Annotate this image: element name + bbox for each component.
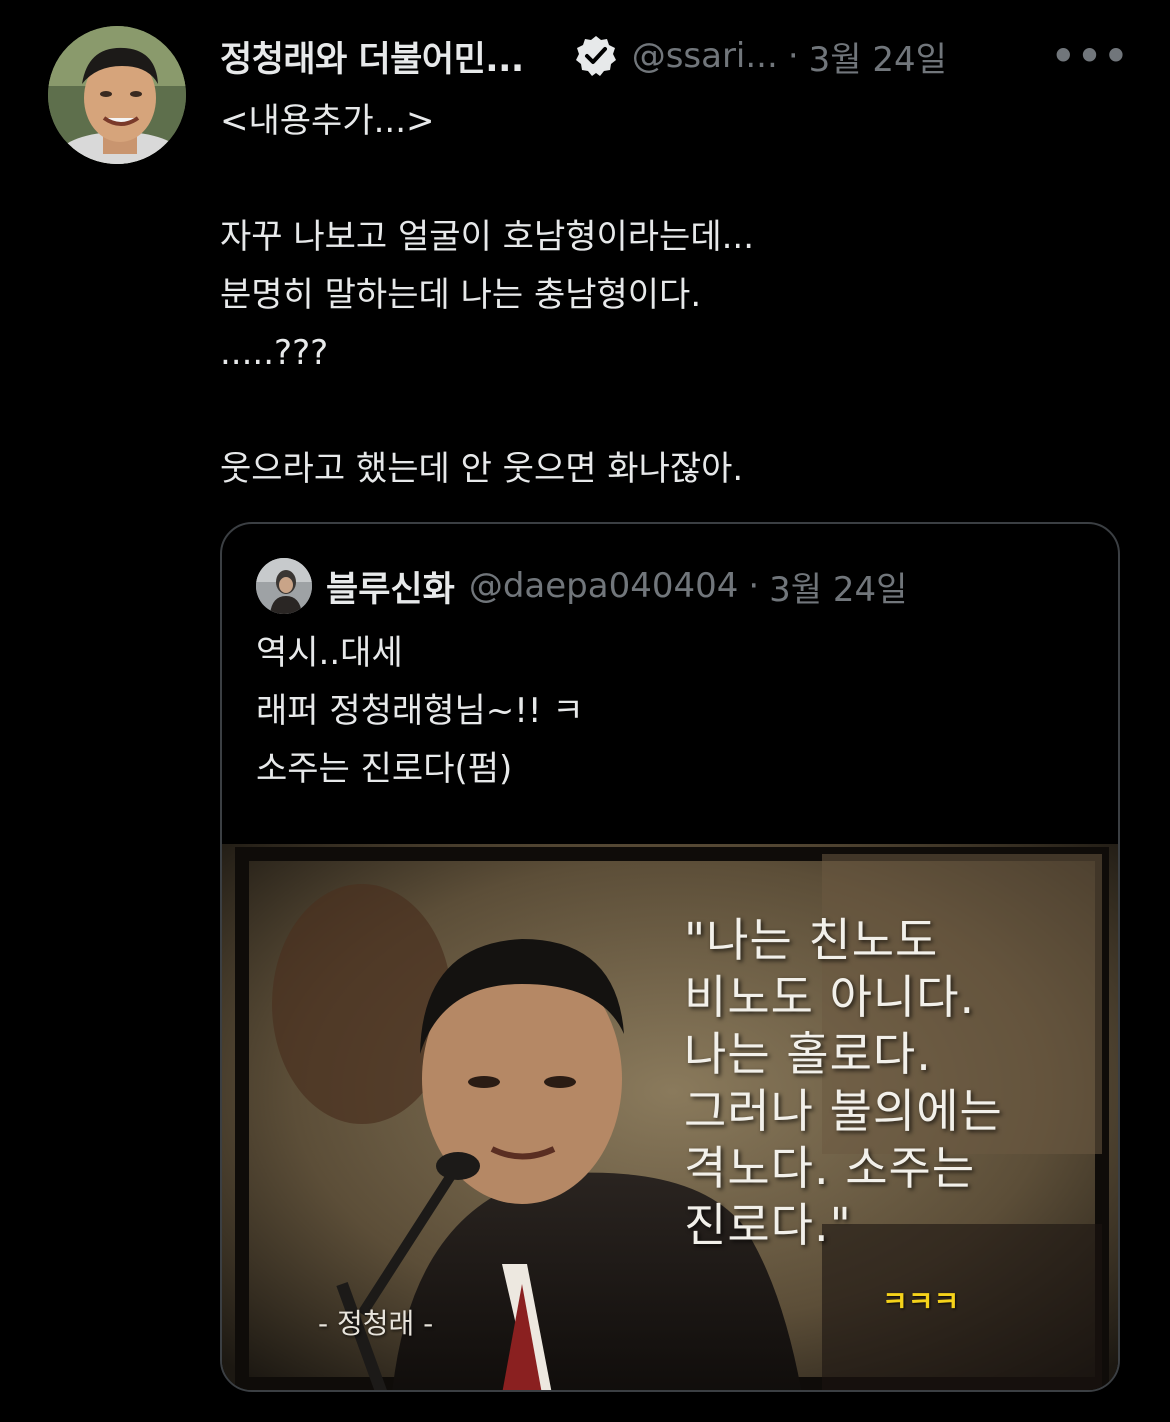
quoted-author-name[interactable]: 블루신화: [326, 561, 455, 612]
overlay-line: "나는 친노도: [684, 913, 939, 967]
quoted-body-line: 역시..대세: [256, 633, 403, 673]
quoted-tweet-header: 블루신화 @daepa040404 · 3월 24일: [256, 558, 907, 614]
quoted-avatar-photo: [256, 558, 312, 614]
image-caption: - 정청래 -: [318, 1307, 434, 1340]
quoted-author-handle[interactable]: @daepa040404: [469, 566, 739, 606]
body-line: .....???: [220, 333, 329, 373]
quoted-tweet-body: 역시..대세 래퍼 정청래형님~!! ㅋ 소주는 진로다(펌): [256, 624, 1096, 798]
separator-dot: ·: [748, 566, 760, 606]
more-options-icon[interactable]: •••: [1051, 34, 1130, 78]
separator-dot: ·: [787, 36, 799, 76]
body-line: 웃으라고 했는데 안 웃으면 화나잖아.: [220, 449, 744, 489]
quoted-tweet-image[interactable]: "나는 친노도 비노도 아니다. 나는 홀로다. 그러나 불의에는 격노다. 소…: [222, 844, 1118, 1390]
body-line: 분명히 말하는데 나는 충남형이다.: [220, 275, 702, 315]
verified-badge-icon: [575, 36, 616, 76]
overlay-line: 나는 홀로다.: [684, 1027, 932, 1081]
author-name[interactable]: 정청래와 더불어민...: [220, 31, 524, 82]
quoted-body-line: 래퍼 정청래형님~!! ㅋ: [256, 691, 584, 731]
quoted-body-line: 소주는 진로다(펌): [256, 749, 513, 789]
author-handle[interactable]: @ssari...: [632, 36, 778, 76]
image-quote-text: "나는 친노도 비노도 아니다. 나는 홀로다. 그러나 불의에는 격노다. 소…: [684, 912, 1003, 1254]
body-line: <내용추가...>: [220, 101, 435, 141]
overlay-line: 진로다.": [684, 1198, 852, 1252]
overlay-line: 격노다. 소주는: [684, 1141, 976, 1195]
tweet[interactable]: 정청래와 더불어민... @ssari... · 3월 24일 ••• <내용추…: [0, 0, 1170, 1422]
tweet-header: 정청래와 더불어민... @ssari... · 3월 24일 •••: [220, 28, 1130, 84]
body-line-blank: [220, 382, 1120, 440]
quoted-tweet-card[interactable]: 블루신화 @daepa040404 · 3월 24일 역시..대세 래퍼 정청래…: [220, 522, 1120, 1392]
quoted-author-avatar: [256, 558, 312, 614]
author-avatar[interactable]: [48, 26, 186, 164]
quoted-tweet-date[interactable]: 3월 24일: [769, 562, 907, 611]
image-laugh-text: ㅋㅋㅋ: [882, 1285, 960, 1318]
tweet-body: <내용추가...> 자꾸 나보고 얼굴이 호남형이라는데... 분명히 말하는데…: [220, 92, 1120, 498]
avatar-photo: [48, 26, 186, 164]
body-line: 자꾸 나보고 얼굴이 호남형이라는데...: [220, 217, 755, 257]
overlay-line: 그러나 불의에는: [684, 1084, 1003, 1138]
body-line-blank: [220, 150, 1120, 208]
tweet-date[interactable]: 3월 24일: [809, 32, 947, 81]
overlay-line: 비노도 아니다.: [684, 970, 976, 1024]
